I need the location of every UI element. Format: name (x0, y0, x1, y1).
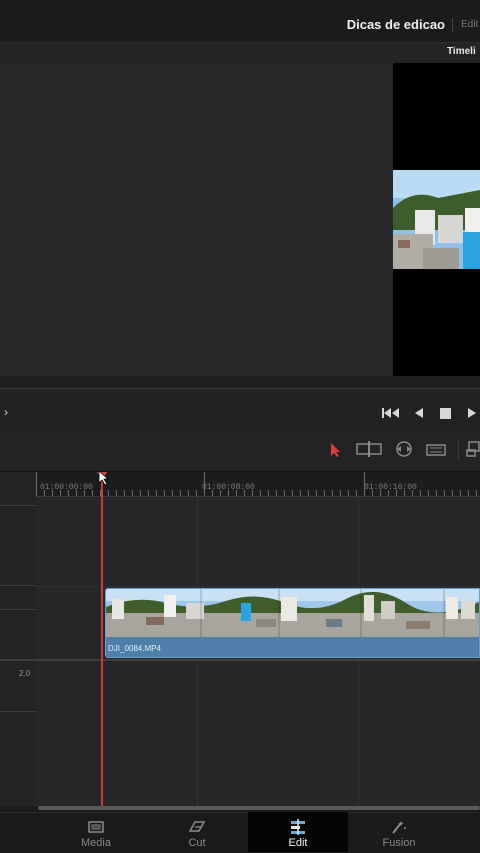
ruler-tick (364, 472, 365, 496)
ruler-tick (68, 490, 69, 496)
ruler-tick (340, 490, 341, 496)
ruler-tick (172, 490, 173, 496)
ruler-tick (428, 490, 429, 496)
ruler-tick (236, 490, 237, 496)
tab-cut[interactable]: Cut (147, 812, 247, 852)
toolbar-separator (458, 440, 459, 460)
ruler-tick (452, 490, 453, 496)
viewer-divider (0, 376, 480, 389)
tab-label: Edit (288, 837, 308, 849)
ruler-tick (404, 490, 405, 496)
stop-icon[interactable] (440, 406, 451, 424)
ruler-tick (276, 490, 277, 496)
ruler-tick (460, 490, 461, 496)
insert-clip-icon[interactable] (466, 441, 480, 462)
tab-label: Fusion (382, 837, 416, 849)
panel-header-bar (0, 42, 480, 64)
ruler-tick (396, 490, 397, 496)
ruler-tick (204, 472, 205, 496)
ruler-tick (308, 490, 309, 496)
project-title: Dicas de edicao (346, 17, 445, 32)
ruler-tick (92, 490, 93, 496)
ruler-tick (156, 490, 157, 496)
ruler-tick (476, 490, 477, 496)
ruler-tick (244, 490, 245, 496)
expand-chevron-icon[interactable]: › (4, 405, 8, 419)
ruler-tick (372, 490, 373, 496)
ruler-tick (284, 490, 285, 496)
viewer-frame-image (393, 170, 480, 269)
tab-label: Media (81, 837, 111, 849)
play-icon[interactable] (467, 406, 477, 424)
ruler-tick (252, 490, 253, 496)
fusion-icon (389, 819, 409, 835)
ruler-tick (84, 490, 85, 496)
clip-thumbnails (106, 589, 479, 637)
ruler-tick (380, 490, 381, 496)
audio-level-value: 2.0 (19, 669, 31, 678)
trim-tool-icon[interactable] (356, 441, 382, 462)
blade-tool-icon[interactable] (426, 443, 446, 461)
media-icon (86, 819, 106, 835)
ruler-tick (332, 490, 333, 496)
ruler-tick (140, 490, 141, 496)
skip-to-start-icon[interactable] (382, 406, 400, 424)
ruler-tick (324, 490, 325, 496)
ruler-tick (44, 490, 45, 496)
ruler-tick (260, 490, 261, 496)
ruler-tick (60, 490, 61, 496)
ruler-tick (420, 490, 421, 496)
track-headers (0, 472, 37, 806)
tab-fusion[interactable]: Fusion (349, 812, 449, 852)
ruler-tick (436, 490, 437, 496)
ruler-tick (212, 490, 213, 496)
page-crumb[interactable]: Edit (461, 19, 478, 30)
ruler-tick (412, 490, 413, 496)
timeline-scroll-thumb[interactable] (38, 806, 480, 810)
audio-track-divider (0, 659, 480, 661)
ruler-tick (76, 490, 77, 496)
clip-name: DJI_0084.MP4 (108, 644, 161, 653)
transport-bar (0, 389, 480, 432)
title-separator (452, 18, 453, 32)
ruler-tick (316, 490, 317, 496)
ruler-tick (36, 472, 37, 496)
ruler-tick (468, 490, 469, 496)
ruler-tick (228, 490, 229, 496)
ruler-tick (268, 490, 269, 496)
tab-media[interactable]: Media (46, 812, 146, 852)
ruler-tick (116, 490, 117, 496)
ruler-tick (300, 490, 301, 496)
ruler-tick (388, 490, 389, 496)
playhead-line[interactable] (101, 472, 103, 806)
play-reverse-icon[interactable] (414, 406, 424, 424)
video-clip[interactable]: DJI_0084.MP4 (105, 588, 480, 658)
ruler-tick (356, 490, 357, 496)
ruler-tick (180, 490, 181, 496)
dynamic-trim-icon[interactable] (392, 441, 416, 462)
ruler-tick (52, 490, 53, 496)
ruler-tick (132, 490, 133, 496)
ruler-tick (220, 490, 221, 496)
ruler-tick (188, 490, 189, 496)
tab-edit[interactable]: Edit (248, 812, 348, 852)
selection-tool-icon[interactable] (330, 442, 342, 463)
ruler-tick (164, 490, 165, 496)
edit-icon (288, 819, 308, 835)
ruler-tick (124, 490, 125, 496)
timeline-panel-label[interactable]: Timeli (447, 46, 476, 57)
ruler-tick (444, 490, 445, 496)
ruler-tick (348, 490, 349, 496)
ruler-tick (292, 490, 293, 496)
mouse-cursor-icon (98, 470, 110, 491)
ruler-tick (148, 490, 149, 496)
source-viewer[interactable] (0, 63, 393, 376)
tab-label: Cut (188, 837, 206, 849)
clip-name-bar: DJI_0084.MP4 (106, 637, 479, 657)
cut-icon (187, 819, 207, 835)
